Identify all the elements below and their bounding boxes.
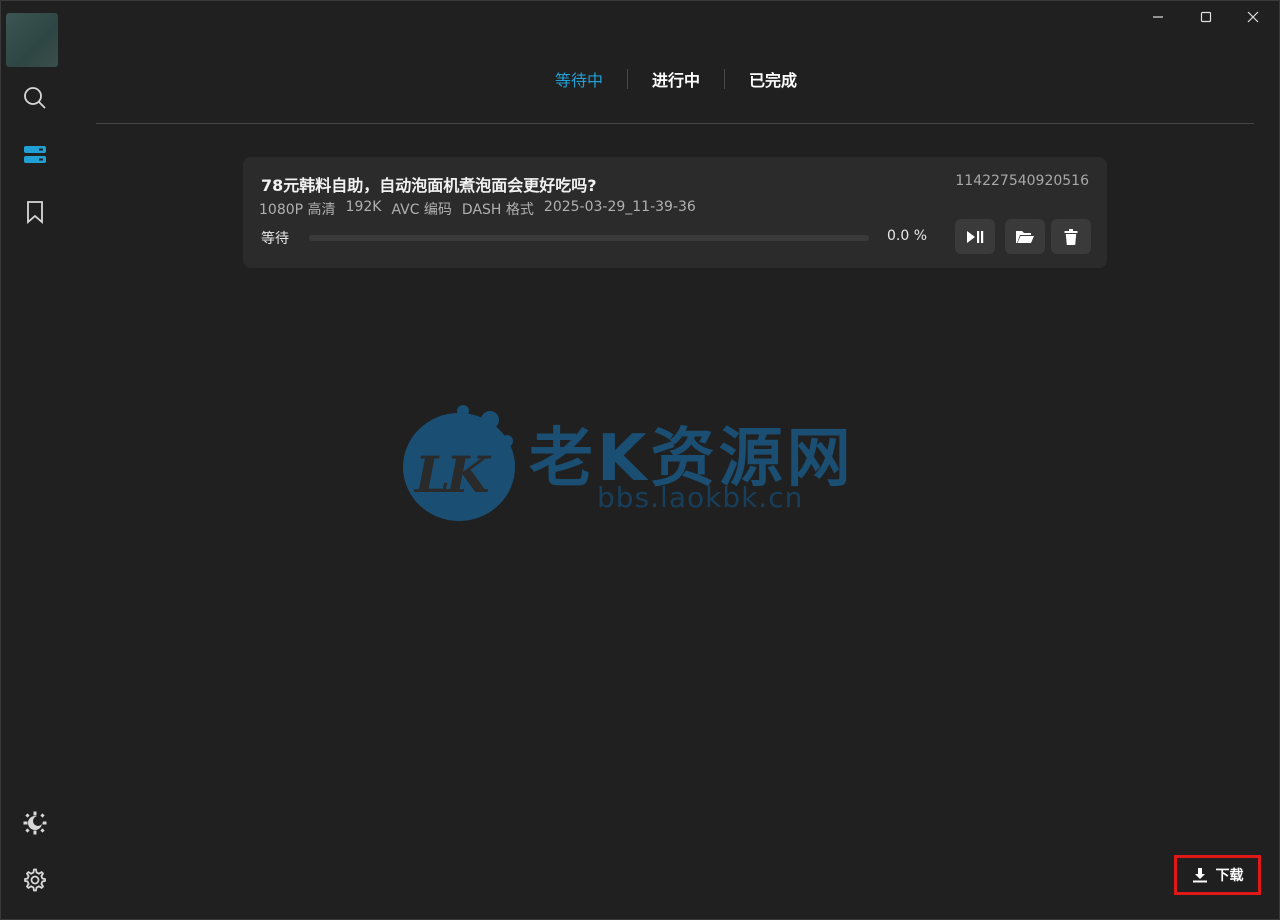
task-meta-format: DASH 格式 — [461, 202, 534, 218]
app-window: 等待中 进行中 已完成 78元韩料自助，自动泡面机煮泡面会更好吃吗? 11422… — [0, 0, 1280, 920]
open-folder-button[interactable] — [1005, 219, 1045, 254]
task-meta-timestamp: 2025-03-29_11-39-36 — [543, 199, 696, 215]
maximize-icon[interactable] — [1183, 1, 1229, 33]
progress-percent: 0.0 % — [887, 228, 928, 244]
bookmark-icon[interactable] — [15, 192, 55, 232]
gear-icon[interactable] — [15, 860, 55, 900]
task-id: 114227540920516 — [955, 173, 1089, 189]
task-meta: 1080P 高清 192K AVC 编码 DASH 格式 2025-03-29_… — [259, 199, 696, 219]
task-card: 78元韩料自助，自动泡面机煮泡面会更好吃吗? 114227540920516 1… — [243, 157, 1107, 268]
watermark-url: bbs.laokbk.cn — [597, 481, 804, 514]
watermark: LK 老K资源网 bbs.laokbk.cn — [401, 401, 891, 526]
watermark-dot — [481, 411, 499, 429]
task-meta-bitrate: 192K — [345, 199, 382, 215]
watermark-dot — [457, 405, 469, 417]
tab-in-progress[interactable]: 进行中 — [628, 67, 724, 91]
tab-bar: 等待中 进行中 已完成 — [531, 63, 821, 95]
sidebar — [1, 1, 69, 919]
header-divider — [96, 123, 1254, 124]
avatar[interactable] — [6, 13, 58, 67]
task-title: 78元韩料自助，自动泡面机煮泡面会更好吃吗? — [261, 176, 597, 195]
delete-button[interactable] — [1051, 219, 1091, 254]
download-list-icon[interactable] — [15, 135, 55, 175]
tab-completed[interactable]: 已完成 — [725, 67, 821, 91]
trash-icon — [1064, 228, 1078, 245]
search-icon[interactable] — [15, 78, 55, 118]
task-meta-codec: AVC 编码 — [391, 202, 452, 218]
watermark-dot — [507, 459, 515, 467]
task-status: 等待 — [261, 231, 289, 247]
watermark-logo-text: LK — [415, 445, 490, 504]
play-pause-icon — [967, 230, 984, 243]
close-icon[interactable] — [1230, 1, 1276, 33]
download-button-label: 下载 — [1215, 868, 1244, 884]
folder-open-icon — [1016, 230, 1034, 243]
task-meta-quality: 1080P 高清 — [259, 202, 336, 218]
minimize-icon[interactable] — [1135, 1, 1181, 33]
play-pause-button[interactable] — [955, 219, 995, 254]
watermark-dot — [501, 435, 513, 447]
theme-icon[interactable] — [15, 803, 55, 843]
download-button[interactable]: 下载 — [1179, 860, 1256, 890]
download-icon — [1192, 868, 1207, 883]
progress-bar — [309, 235, 869, 241]
tab-waiting[interactable]: 等待中 — [531, 67, 627, 91]
